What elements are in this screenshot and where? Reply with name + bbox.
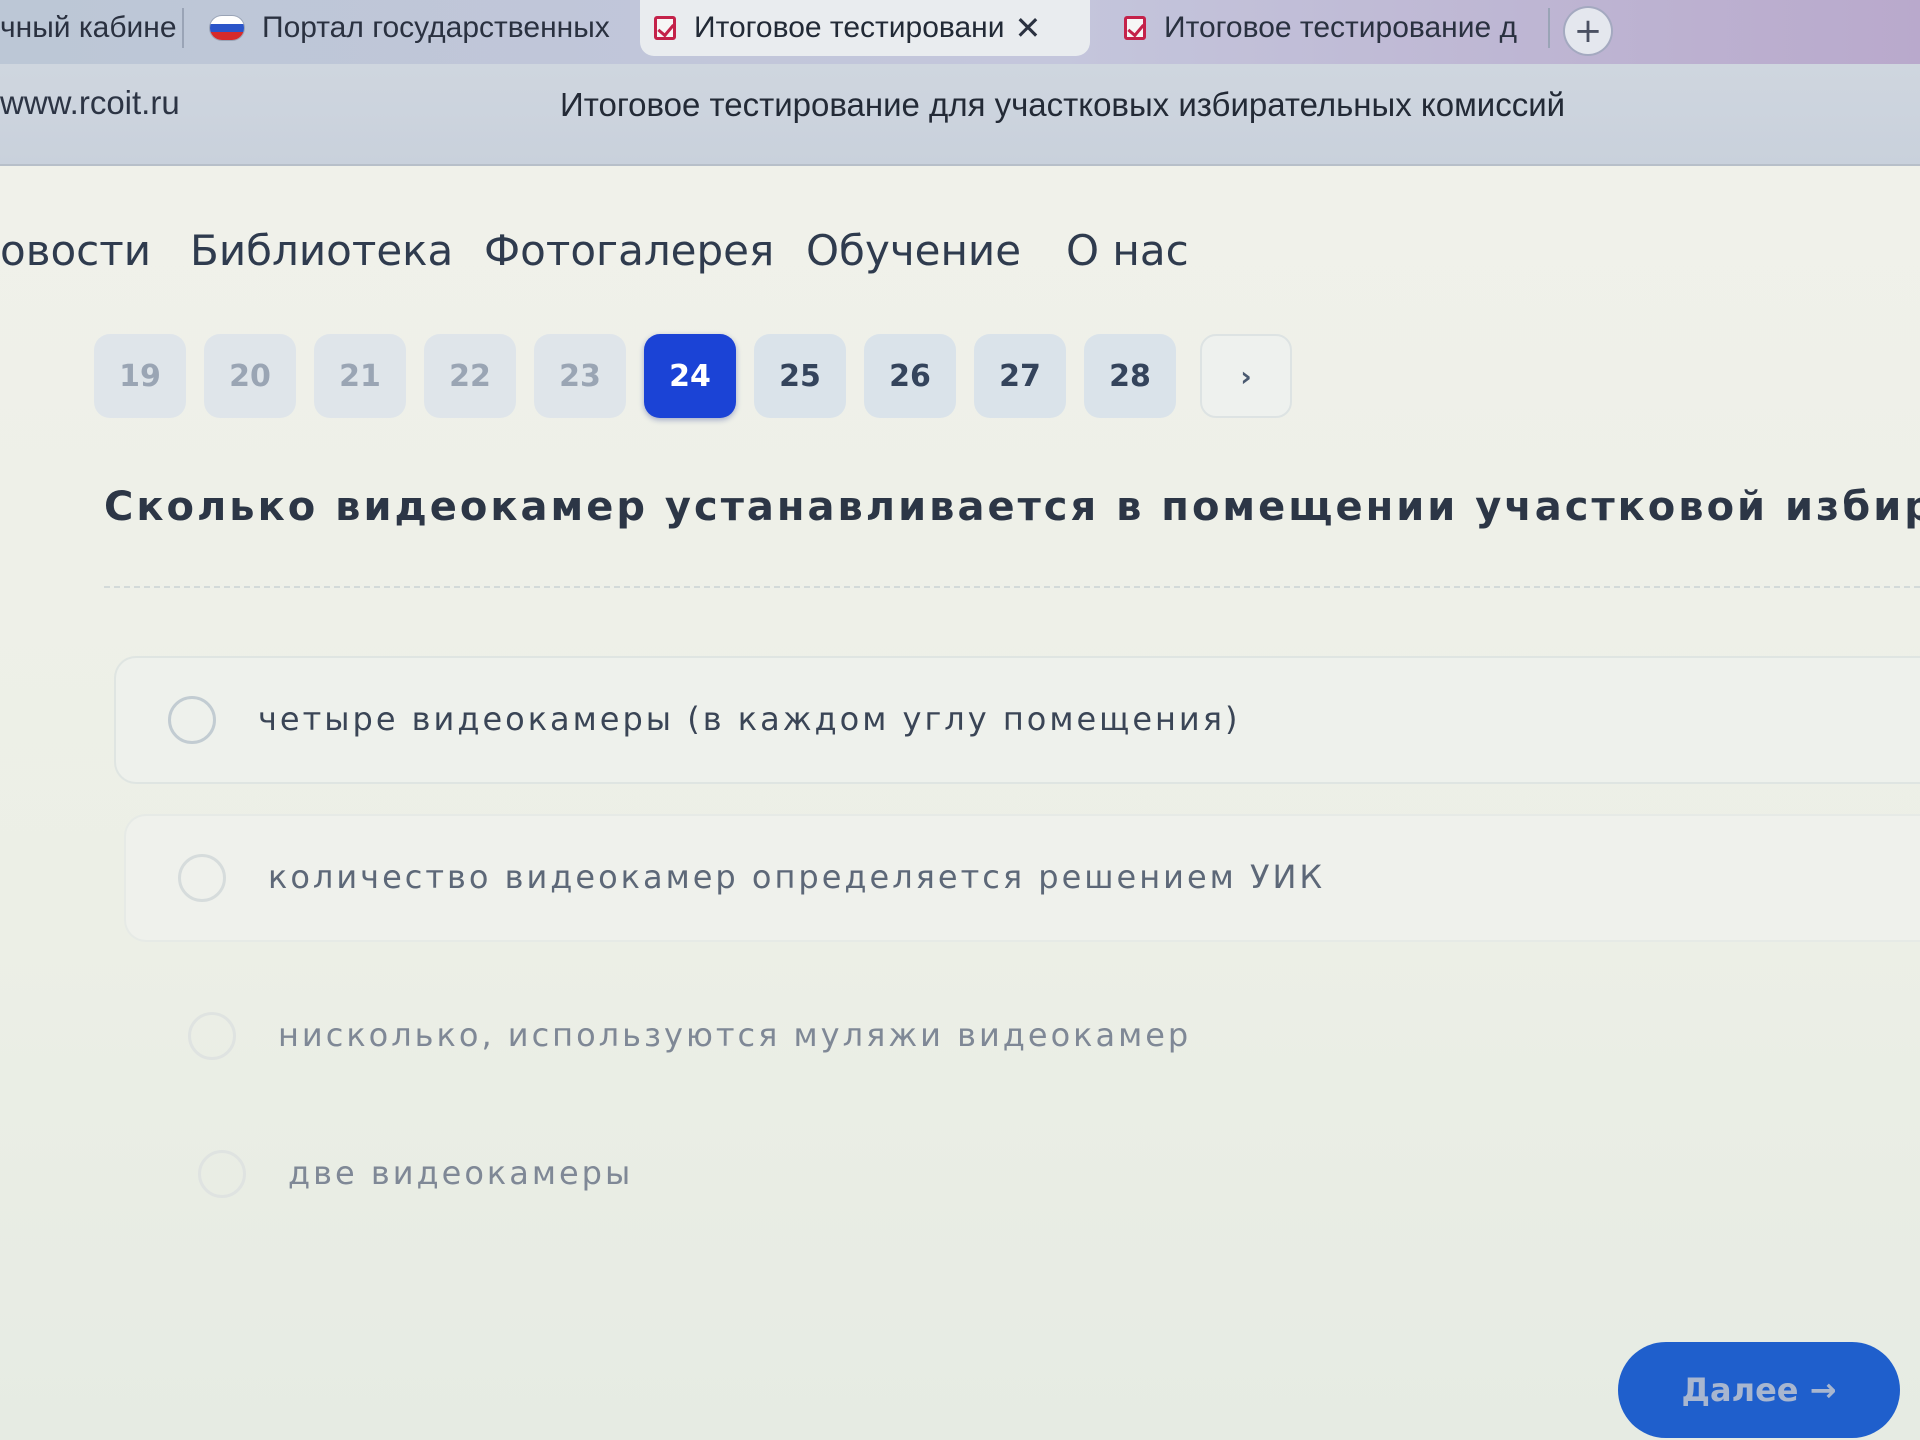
next-page-chevron-icon[interactable]: ›: [1200, 334, 1292, 418]
site-content: овости Библиотека Фотогалерея Обучение О…: [0, 166, 1920, 1440]
answer-option-1[interactable]: четыре видеокамеры (в каждом углу помеще…: [114, 656, 1920, 784]
address-bar: www.rcoit.ru Итоговое тестирование для у…: [0, 64, 1920, 166]
page-button-22[interactable]: 22: [424, 334, 516, 418]
nav-item-about[interactable]: О нас: [1066, 226, 1189, 275]
page-button-26[interactable]: 26: [864, 334, 956, 418]
test-checkbox-icon: [1124, 16, 1146, 40]
new-tab-button[interactable]: +: [1565, 8, 1611, 54]
question-text: Сколько видеокамер устанавливается в пом…: [104, 484, 1920, 530]
browser-tab-test-active[interactable]: Итоговое тестировани ✕: [640, 0, 1090, 56]
answer-label: четыре видеокамеры (в каждом углу помеще…: [258, 700, 1241, 738]
browser-tab-test-2[interactable]: Итоговое тестирование д: [1110, 0, 1550, 56]
answer-label: две видеокамеры: [288, 1154, 634, 1192]
nav-item-library[interactable]: Библиотека: [190, 226, 453, 275]
tab-label: Итоговое тестировани: [694, 11, 1005, 44]
browser-tab-cabinet[interactable]: чный кабине: [0, 0, 176, 56]
page-button-25[interactable]: 25: [754, 334, 846, 418]
plus-icon: +: [1573, 11, 1603, 51]
page-button-21[interactable]: 21: [314, 334, 406, 418]
tab-separator: [1548, 8, 1550, 48]
nav-item-photogallery[interactable]: Фотогалерея: [484, 226, 774, 275]
next-button[interactable]: Далее →: [1618, 1342, 1900, 1438]
browser-tab-gosuslugi[interactable]: Портал государственных: [196, 0, 626, 56]
url-field[interactable]: www.rcoit.ru: [0, 84, 180, 122]
page-button-28[interactable]: 28: [1084, 334, 1176, 418]
browser-tab-strip: чный кабине Портал государственных Итого…: [0, 0, 1920, 64]
tab-label: Итоговое тестирование д: [1164, 11, 1518, 44]
page-button-27[interactable]: 27: [974, 334, 1066, 418]
tab-label: Портал государственных: [262, 11, 610, 44]
close-tab-icon[interactable]: ✕: [1015, 9, 1042, 47]
page-button-23[interactable]: 23: [534, 334, 626, 418]
tab-label: чный кабине: [0, 11, 176, 44]
nav-item-news[interactable]: овости: [0, 226, 151, 275]
radio-button[interactable]: [198, 1150, 246, 1198]
page-button-20[interactable]: 20: [204, 334, 296, 418]
answer-label: нисколько, используются муляжи видеокаме…: [278, 1016, 1192, 1054]
answer-option-4[interactable]: две видеокамеры: [144, 1110, 1920, 1238]
russia-flag-icon: [210, 16, 244, 40]
page-button-19[interactable]: 19: [94, 334, 186, 418]
page-button-24-current[interactable]: 24: [644, 334, 736, 418]
page-title: Итоговое тестирование для участковых изб…: [560, 86, 1566, 123]
radio-button[interactable]: [168, 696, 216, 744]
question-divider: [104, 586, 1920, 588]
nav-item-training[interactable]: Обучение: [806, 226, 1021, 275]
tab-separator: [182, 8, 184, 48]
answer-label: количество видеокамер определяется решен…: [268, 858, 1326, 896]
answer-option-3[interactable]: нисколько, используются муляжи видеокаме…: [134, 972, 1920, 1100]
test-checkbox-icon: [654, 16, 676, 40]
radio-button[interactable]: [178, 854, 226, 902]
radio-button[interactable]: [188, 1012, 236, 1060]
answer-option-2[interactable]: количество видеокамер определяется решен…: [124, 814, 1920, 942]
